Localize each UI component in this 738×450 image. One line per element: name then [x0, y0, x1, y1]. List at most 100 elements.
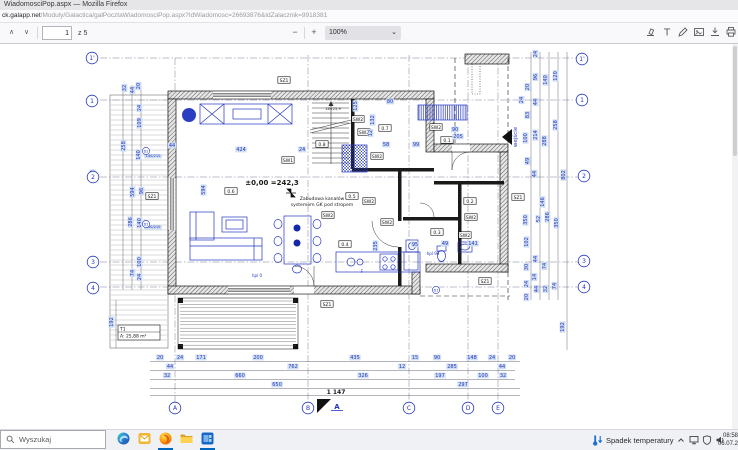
svg-text:F: F: [361, 269, 364, 274]
svg-text:44: 44: [532, 171, 538, 177]
svg-text:802: 802: [561, 170, 567, 180]
url-path: /Moduly/Galactica/galPocztaWiadomosciPop…: [41, 12, 328, 19]
annotation-tools: T: [645, 26, 737, 38]
svg-text:297: 297: [458, 382, 468, 388]
plan-text: 140: [136, 149, 142, 160]
plan-text: 74: [130, 269, 136, 277]
svg-text:20: 20: [509, 355, 515, 361]
svg-text:90: 90: [452, 127, 458, 133]
svg-text:100: 100: [478, 373, 488, 379]
display-icon[interactable]: [689, 435, 699, 445]
svg-text:1 147: 1 147: [327, 389, 346, 396]
svg-text:44: 44: [533, 256, 539, 262]
svg-text:32: 32: [164, 373, 170, 379]
door-tag-bubble: D2: [142, 220, 149, 227]
svg-text:24: 24: [299, 147, 305, 153]
pdf-scrollbar[interactable]: [732, 44, 738, 430]
svg-text:0.7: 0.7: [381, 126, 388, 132]
axis-bubble: 1: [86, 95, 98, 107]
svg-text:44: 44: [533, 99, 539, 105]
svg-text:1': 1': [89, 55, 95, 62]
tray-chevron-up-icon[interactable]: [676, 435, 686, 445]
plan-text: 96: [139, 187, 145, 195]
svg-text:102: 102: [524, 237, 530, 247]
plan-label-box: SW2: [459, 232, 471, 239]
plan-label-box: SW2: [465, 214, 477, 221]
print-icon[interactable]: [725, 26, 737, 38]
plan-text: 24: [298, 147, 306, 153]
plan-text: 100: [523, 132, 529, 143]
plan-text: wejście: [512, 126, 519, 147]
svg-text:24: 24: [524, 281, 530, 287]
zoom-select[interactable]: 100% ⌄: [325, 26, 401, 40]
highlighter-icon[interactable]: [645, 26, 657, 38]
svg-text:20: 20: [136, 83, 142, 89]
svg-text:96: 96: [139, 188, 145, 194]
svg-text:24: 24: [489, 355, 495, 361]
plan-label-box: SW2: [322, 212, 334, 219]
weather-widget[interactable]: Spadek temperatury: [592, 430, 674, 450]
plan-label-box: SW2: [352, 116, 364, 123]
plan-text: 24: [176, 355, 184, 361]
plan-text: 100: [137, 256, 143, 267]
svg-text:32: 32: [500, 373, 506, 379]
next-page-button[interactable]: ∨: [20, 26, 33, 40]
svg-text:1: 1: [90, 98, 94, 105]
svg-text:148: 148: [467, 355, 477, 361]
previous-page-button[interactable]: ∧: [5, 26, 18, 40]
plan-text: 1 147: [327, 389, 346, 396]
svg-text:4: 4: [91, 285, 95, 292]
svg-text:T: T: [663, 28, 671, 39]
zoom-in-button[interactable]: +: [307, 26, 321, 40]
taskbar-clock[interactable]: 08:58 06.07.2: [709, 432, 738, 448]
svg-text:594: 594: [130, 187, 136, 197]
svg-text:44: 44: [534, 286, 540, 292]
plan-text: 44: [168, 143, 176, 149]
svg-text:52: 52: [536, 216, 542, 222]
pdf-toolbar: ∧ ∨ z 5 − + 100% ⌄ T: [0, 23, 738, 44]
taskbar-firefox-icon[interactable]: [159, 432, 173, 448]
svg-text:90: 90: [434, 355, 440, 361]
svg-text:systemem GK pod stropem: systemem GK pod stropem: [291, 202, 354, 208]
svg-text:326: 326: [358, 373, 368, 379]
svg-text:762: 762: [288, 364, 298, 370]
page-number-input[interactable]: [42, 26, 72, 40]
url-domain: ck.galapp.net: [2, 12, 41, 19]
window-titlebar[interactable]: WiadomosciPop.aspx — Mozilla Firefox: [0, 0, 738, 10]
taskbar-mail-icon[interactable]: [138, 432, 152, 448]
plan-text: 44: [130, 86, 136, 94]
plan-text: 102: [524, 236, 530, 247]
plan-text: A: [334, 403, 340, 411]
svg-text:132: 132: [370, 115, 376, 125]
taskbar-edge-icon[interactable]: [117, 432, 131, 448]
taskbar-explorer-icon[interactable]: [180, 432, 194, 448]
sofa: [190, 212, 214, 240]
svg-text:286: 286: [128, 217, 134, 227]
taskbar-search[interactable]: Wyszukaj: [0, 430, 106, 449]
plan-text: 141: [467, 241, 478, 247]
axis-bubble: 4: [578, 281, 590, 293]
svg-text:44: 44: [499, 364, 505, 370]
plan-text: 109: [137, 117, 143, 128]
url-bar[interactable]: ck.galapp.net/Moduly/Galactica/galPoczta…: [0, 10, 738, 23]
plan-text: 90: [433, 355, 441, 361]
svg-text:74: 74: [542, 263, 548, 269]
text-annotation-icon[interactable]: T: [661, 26, 673, 38]
pdf-page: 0.10.20.30.40.50.60.70.8SZ1SZ1SZ1SZ1SZ1S…: [0, 44, 738, 430]
draw-icon[interactable]: [677, 26, 689, 38]
svg-text:30: 30: [524, 264, 530, 270]
plan-text: 20: [525, 83, 531, 91]
svg-text:SW2: SW2: [364, 199, 374, 205]
svg-text:SW2: SW2: [323, 213, 333, 219]
download-icon[interactable]: [709, 26, 721, 38]
taskbar-blue-app-icon[interactable]: [201, 432, 215, 448]
page-count-label: z 5: [78, 30, 87, 37]
scrollbar-thumb[interactable]: [733, 46, 737, 156]
plan-text: 20: [524, 293, 530, 301]
zoom-out-button[interactable]: −: [288, 26, 302, 40]
plan-text: 24: [524, 280, 530, 288]
svg-text:T1: T1: [119, 327, 126, 333]
svg-text:SZ1: SZ1: [323, 302, 332, 308]
image-annotation-icon[interactable]: [693, 26, 705, 38]
dimension-text-layer: 424244459412513212805899902059549141235h…: [90, 50, 567, 411]
